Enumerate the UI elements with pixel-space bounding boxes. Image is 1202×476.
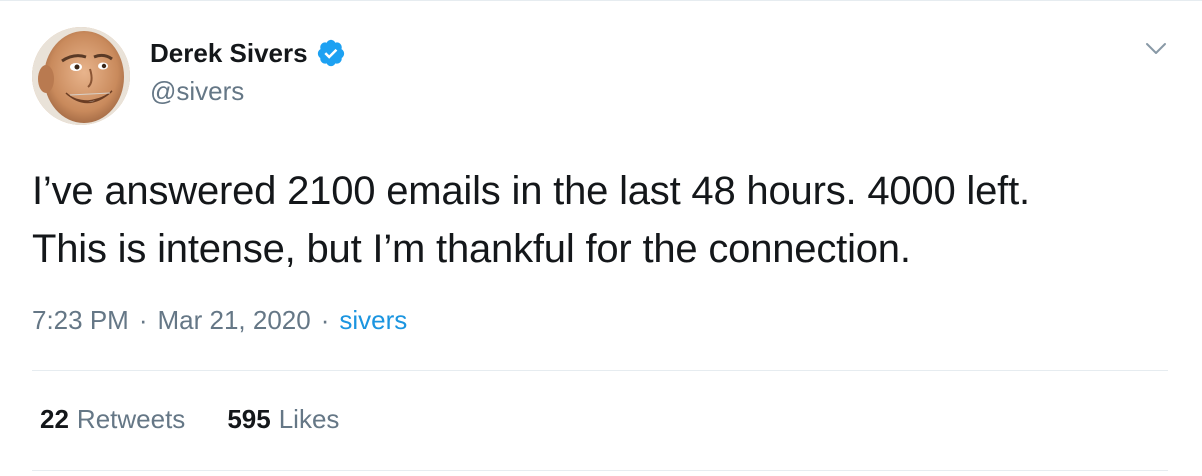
chevron-down-icon[interactable] (1144, 36, 1168, 60)
author-name-row: Derek Sivers (150, 36, 346, 70)
engagement-stats: 22 Retweets 595 Likes (40, 404, 381, 435)
meta-separator: · (320, 305, 330, 335)
tweet-meta: 7:23 PM · Mar 21, 2020 · sivers (32, 305, 407, 336)
retweets-count: 22 (40, 404, 69, 434)
author-block: Derek Sivers @sivers (150, 36, 346, 107)
tweet-text-line-2: This is intense, but I’m thankful for th… (32, 227, 911, 271)
author-display-name[interactable]: Derek Sivers (150, 38, 308, 69)
meta-separator: · (138, 305, 148, 335)
tweet-date[interactable]: Mar 21, 2020 (158, 305, 311, 336)
top-border (0, 0, 1202, 1)
author-handle[interactable]: @sivers (150, 76, 346, 107)
divider (32, 370, 1168, 371)
likes-count: 595 (227, 404, 271, 434)
tweet-time[interactable]: 7:23 PM (32, 305, 129, 336)
tweet-text: I’ve answered 2100 emails in the last 48… (32, 162, 1182, 278)
tweet-card: Derek Sivers @sivers I’ve answered 2100 … (0, 0, 1202, 476)
retweets-label: Retweets (76, 404, 186, 434)
divider (32, 470, 1168, 471)
avatar[interactable] (32, 27, 130, 125)
tweet-text-line-1: I’ve answered 2100 emails in the last 48… (32, 169, 1030, 213)
verified-badge-icon (316, 38, 346, 68)
likes-label: Likes (278, 404, 340, 434)
likes-stat[interactable]: 595 Likes (227, 404, 339, 435)
tweet-source-link[interactable]: sivers (339, 305, 407, 336)
retweets-stat[interactable]: 22 Retweets (40, 404, 185, 435)
